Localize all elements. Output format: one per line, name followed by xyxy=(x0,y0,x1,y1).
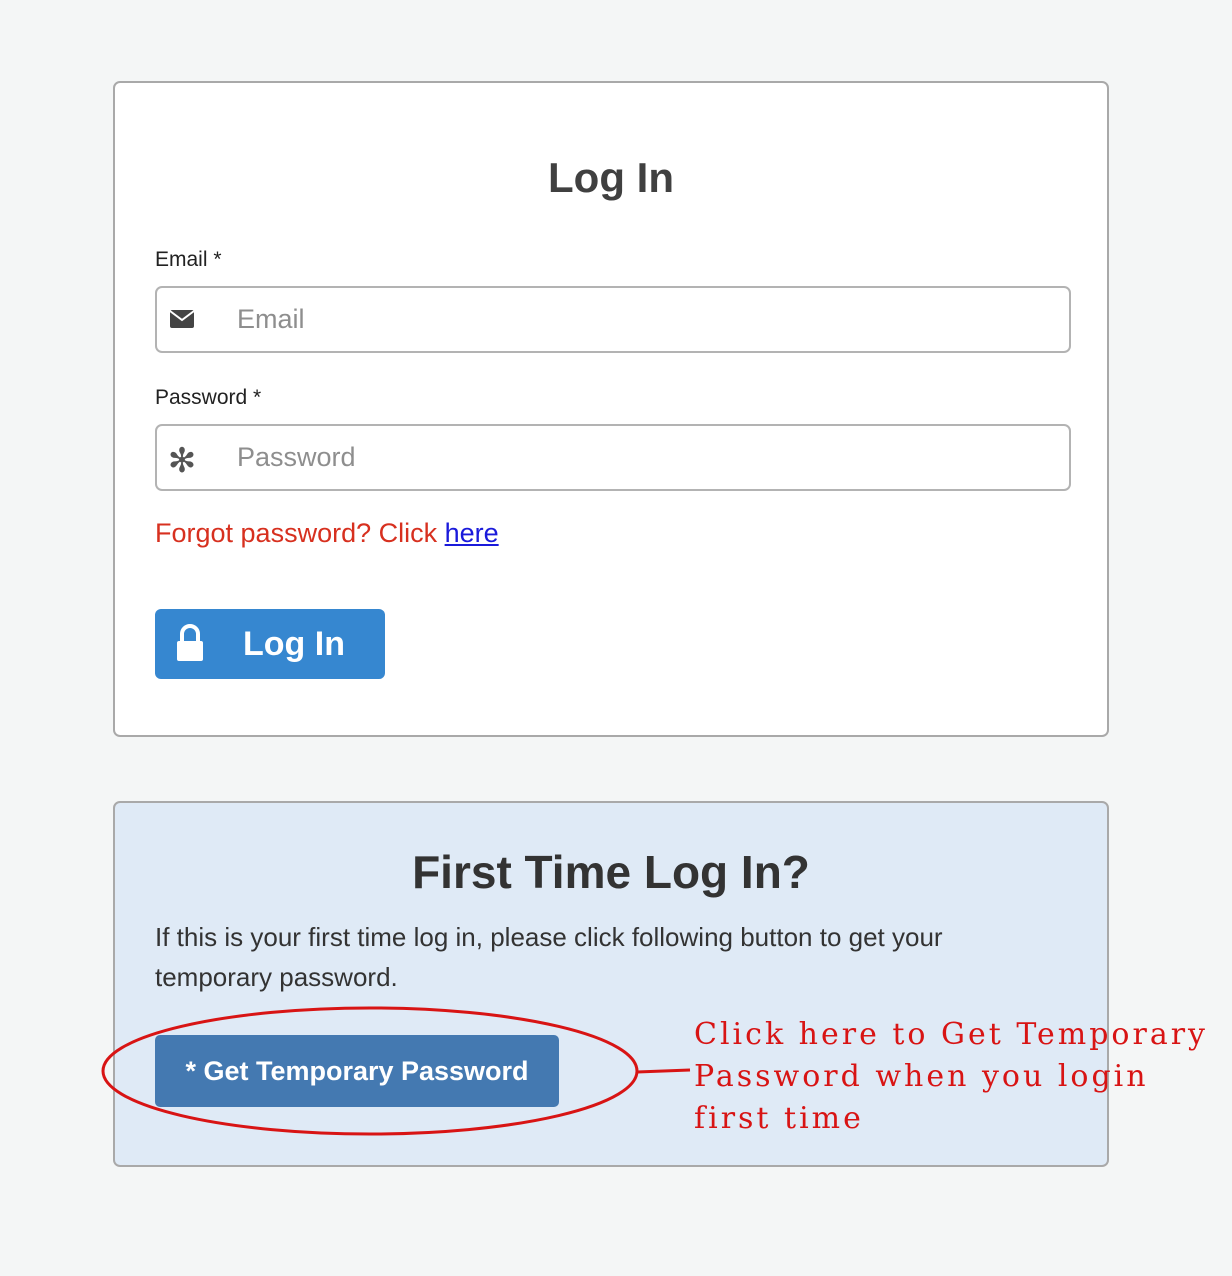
annotation-note: Click here to Get Temporary Password whe… xyxy=(694,1017,1208,1136)
email-field-wrapper[interactable] xyxy=(155,286,1071,353)
get-temporary-password-button[interactable]: * Get Temporary Password xyxy=(155,1035,559,1107)
login-title: Log In xyxy=(548,154,674,201)
login-button-label: Log In xyxy=(243,625,345,663)
email-label: Email * xyxy=(155,248,222,271)
asterisk-glyph: ✻ xyxy=(167,441,197,481)
password-label: Password * xyxy=(155,386,262,409)
password-field-wrapper[interactable]: ✻ xyxy=(155,424,1071,491)
forgot-password-link[interactable]: here xyxy=(445,518,499,548)
login-card: Log In Email * Password * ✻ Forgot passw… xyxy=(113,81,1109,737)
forgot-password-text: Forgot password? Click xyxy=(155,518,445,548)
lock-icon xyxy=(175,623,205,663)
email-input[interactable] xyxy=(237,288,1057,351)
first-time-title: First Time Log In? xyxy=(412,846,810,898)
forgot-password-line: Forgot password? Click here xyxy=(155,516,499,550)
envelope-icon xyxy=(169,306,195,332)
password-input[interactable] xyxy=(237,426,1057,489)
asterisk-icon: ✻ xyxy=(168,444,197,478)
login-button[interactable]: Log In xyxy=(155,609,385,679)
first-time-description: If this is your first time log in, pleas… xyxy=(155,922,943,992)
